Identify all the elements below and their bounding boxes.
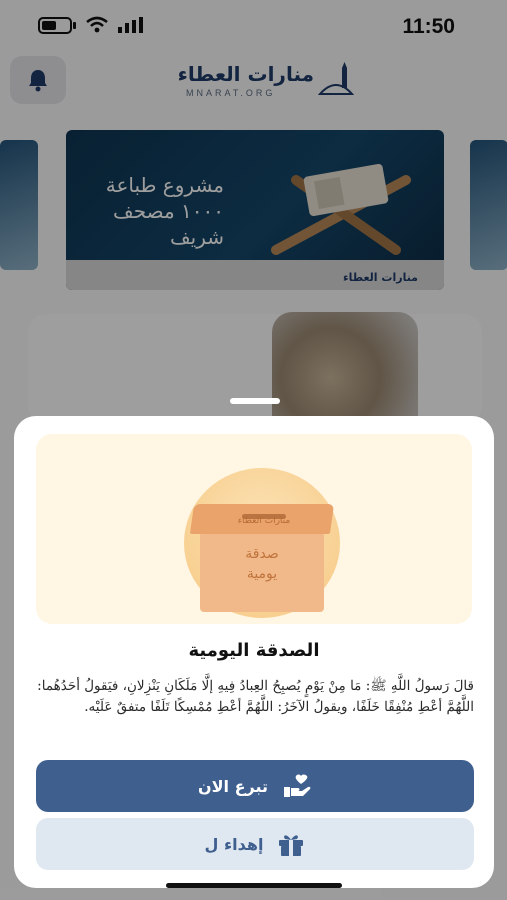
box-label-line1: صدقة — [245, 546, 279, 562]
donate-now-label: تبرع الان — [197, 776, 269, 796]
gift-icon — [279, 835, 304, 856]
box-logo: منارات العطاء — [237, 516, 291, 526]
home-indicator — [166, 883, 342, 888]
box-label: صدقة يومية — [200, 544, 324, 584]
sheet-hero: منارات العطاء صدقة يومية — [36, 434, 472, 624]
hadith-text: قالَ رَسولُ اللَّهِ ﷺ: مَا مِنْ يَوْمٍ ي… — [37, 678, 474, 715]
gift-donation-label: إهداء ل — [204, 834, 264, 854]
gift-donation-button[interactable]: إهداء ل — [36, 818, 474, 870]
daily-charity-sheet: منارات العطاء صدقة يومية الصدقة اليومية … — [14, 416, 494, 888]
sheet-grab-handle[interactable] — [230, 398, 280, 404]
sheet-title: الصدقة اليومية — [188, 640, 320, 661]
box-label-line2: يومية — [246, 566, 278, 582]
donate-now-button[interactable]: تبرع الان — [36, 760, 474, 812]
donation-box-image: منارات العطاء صدقة يومية — [189, 504, 335, 614]
hand-heart-icon — [284, 774, 311, 797]
